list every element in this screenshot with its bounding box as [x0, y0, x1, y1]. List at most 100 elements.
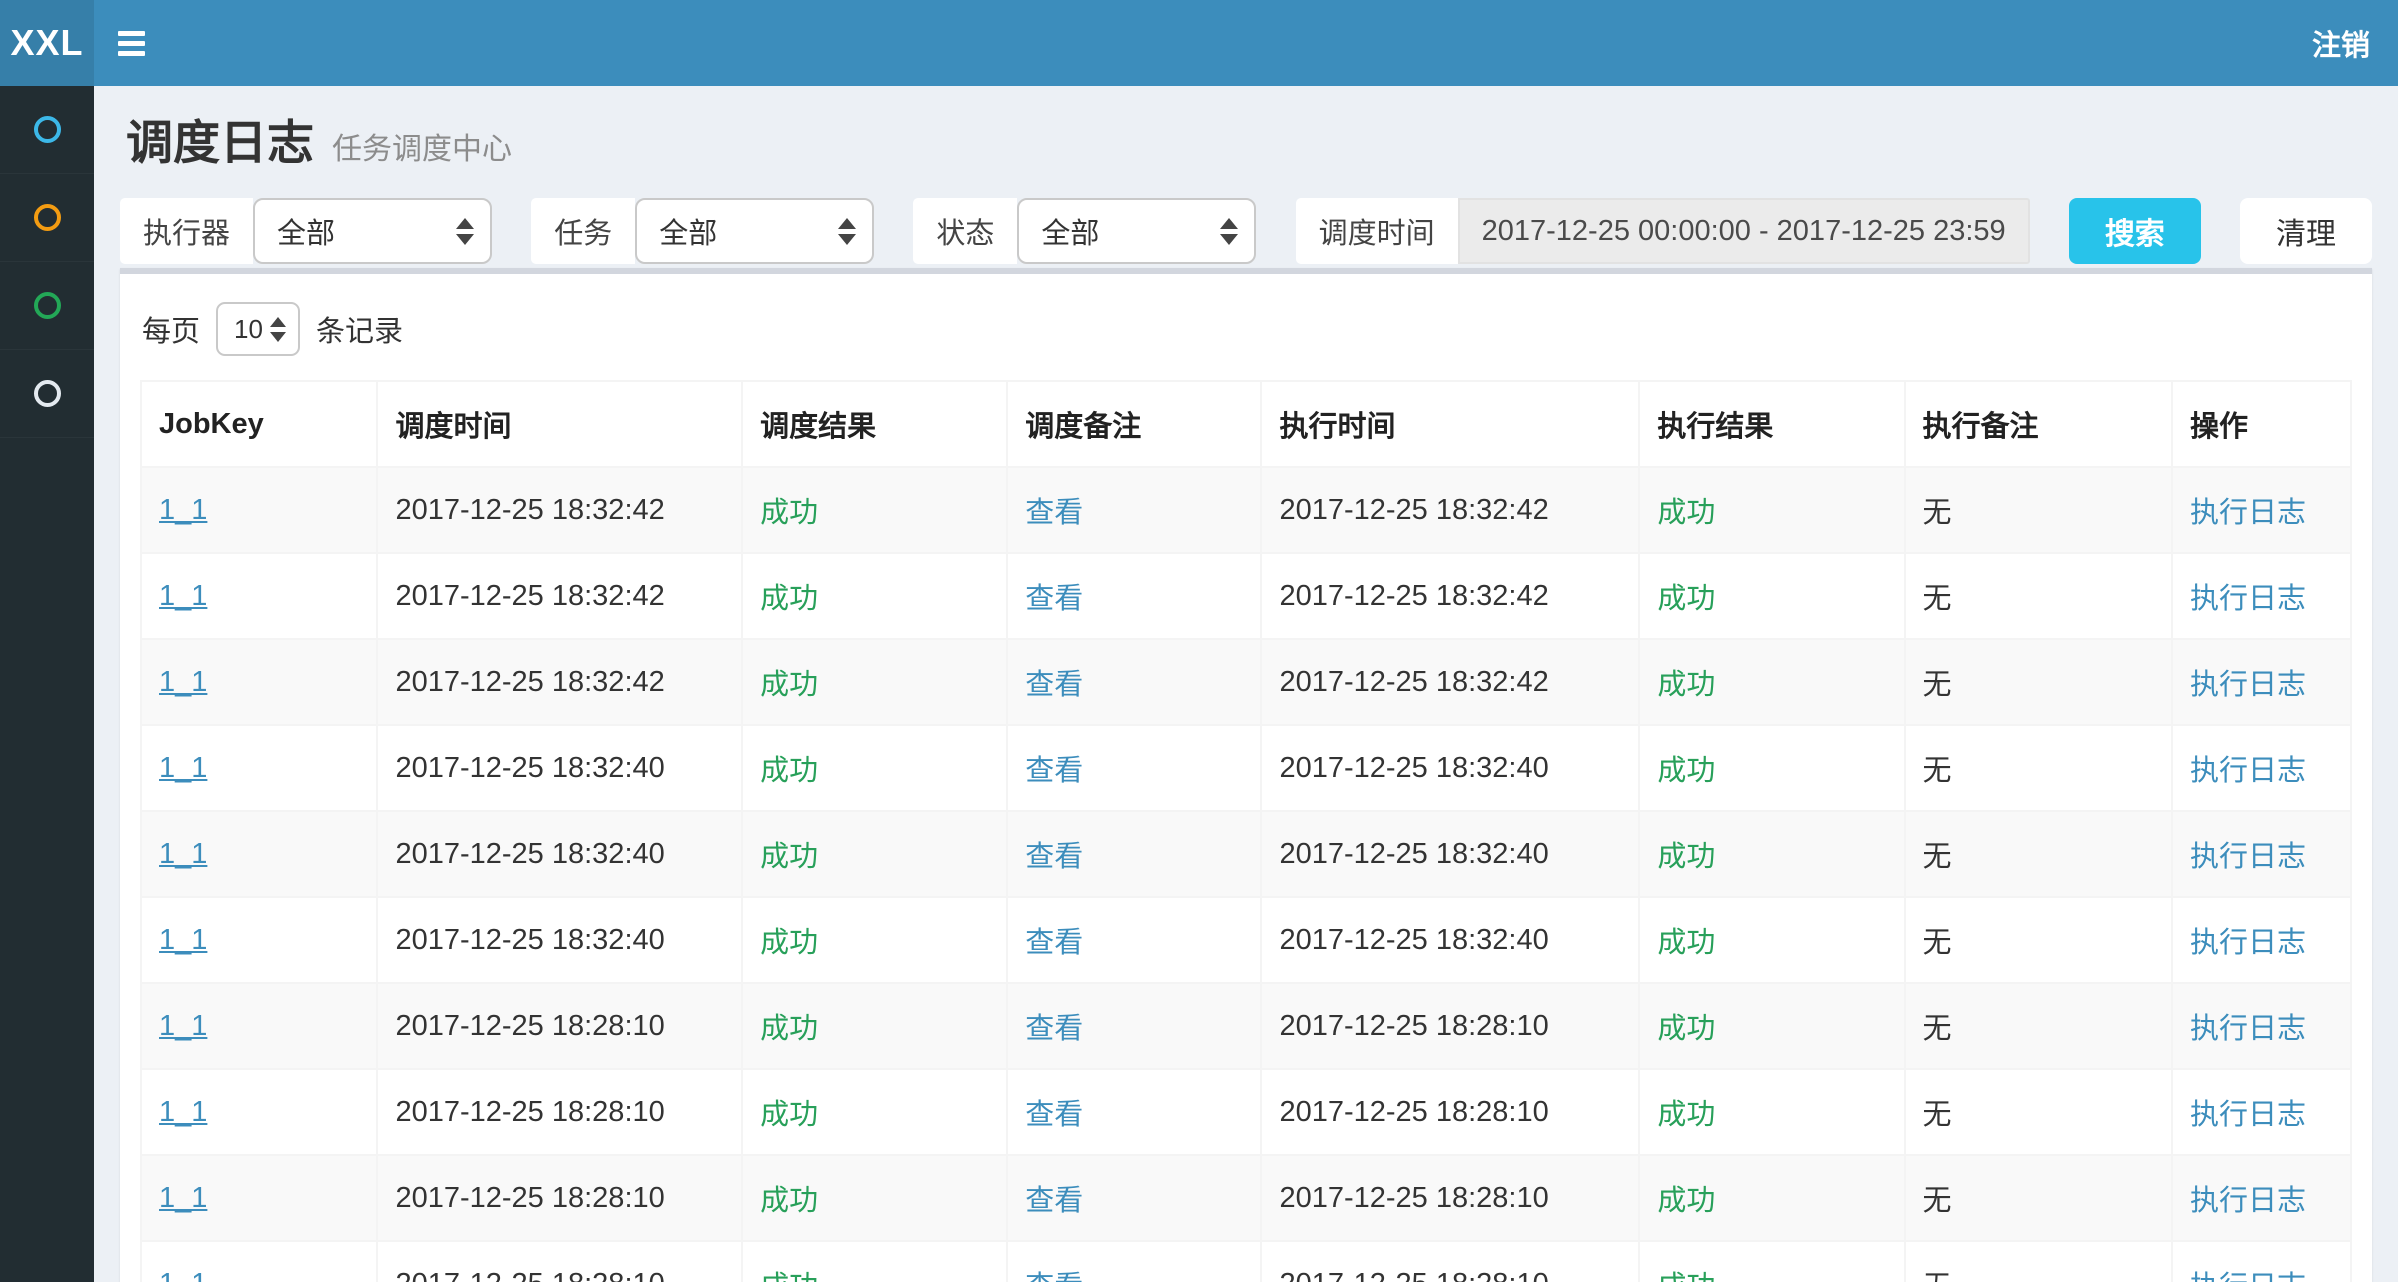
job-select[interactable]: 全部	[635, 198, 874, 264]
handle-msg-value: 无	[1923, 1271, 1952, 1282]
log-panel: 每页 10 条记录 JobKey调度时间调度结果调度备注执行时间执行结果执行备注…	[120, 268, 2372, 1282]
trigger-time-value: 2017-12-25 18:28:10	[395, 1010, 664, 1042]
main-layout: 调度日志 任务调度中心 执行器 全部 任务 全部	[0, 86, 2398, 1282]
status-filter-label: 状态	[913, 198, 1017, 264]
handle-result-value: 成功	[1657, 1099, 1715, 1131]
page-size-suffix: 条记录	[316, 308, 403, 350]
circle-outline-icon	[34, 116, 61, 143]
trigger-time-value: 2017-12-25 18:28:10	[395, 1182, 664, 1214]
exec-log-link[interactable]: 执行日志	[2190, 841, 2306, 873]
page-header: 调度日志 任务调度中心	[126, 116, 2372, 170]
jobkey-link[interactable]: 1_1	[159, 1010, 207, 1042]
exec-log-link[interactable]: 执行日志	[2190, 1271, 2306, 1282]
trigger-msg-link[interactable]: 查看	[1025, 755, 1083, 787]
table-row: 1_1 2017-12-25 18:32:42 成功 查看 2017-12-25…	[141, 553, 2351, 639]
trigger-time-filter-label: 调度时间	[1296, 198, 1458, 264]
exec-log-link[interactable]: 执行日志	[2190, 1099, 2306, 1131]
trigger-time-value: 2017-12-25 18:28:10	[395, 1096, 664, 1128]
handle-result-value: 成功	[1657, 669, 1715, 701]
page-size-prefix: 每页	[142, 308, 200, 350]
jobkey-link[interactable]: 1_1	[159, 580, 207, 612]
trigger-msg-link[interactable]: 查看	[1025, 1185, 1083, 1217]
trigger-result-value: 成功	[760, 841, 818, 873]
sidebar-item-menu-4[interactable]	[0, 350, 94, 438]
trigger-time-value: 2017-12-25 18:32:40	[395, 752, 664, 784]
status-filter-group: 状态 全部	[913, 198, 1256, 264]
handle-msg-value: 无	[1923, 497, 1952, 529]
page-size-value: 10	[234, 314, 263, 345]
trigger-msg-link[interactable]: 查看	[1025, 1271, 1083, 1282]
jobkey-link[interactable]: 1_1	[159, 838, 207, 870]
handle-time-value: 2017-12-25 18:28:10	[1279, 1268, 1548, 1282]
table-row: 1_1 2017-12-25 18:32:40 成功 查看 2017-12-25…	[141, 725, 2351, 811]
trigger-time-value: 2017-12-25 18:32:40	[395, 838, 664, 870]
handle-result-value: 成功	[1657, 1271, 1715, 1282]
trigger-result-value: 成功	[760, 927, 818, 959]
trigger-msg-link[interactable]: 查看	[1025, 583, 1083, 615]
trigger-result-value: 成功	[760, 1099, 818, 1131]
sidebar-toggle-button[interactable]	[118, 19, 166, 67]
exec-log-link[interactable]: 执行日志	[2190, 1185, 2306, 1217]
executor-select-value: 全部	[277, 210, 335, 252]
trigger-msg-link[interactable]: 查看	[1025, 1013, 1083, 1045]
sidebar-item-menu-3[interactable]	[0, 262, 94, 350]
page-size-select[interactable]: 10	[216, 302, 300, 356]
trigger-time-filter-group: 调度时间	[1296, 198, 2030, 264]
table-row: 1_1 2017-12-25 18:32:42 成功 查看 2017-12-25…	[141, 467, 2351, 553]
handle-result-value: 成功	[1657, 1185, 1715, 1217]
exec-log-link[interactable]: 执行日志	[2190, 755, 2306, 787]
app-window: XXL 注销 调度日志 任务调度中心	[0, 0, 2398, 1282]
main-content: 调度日志 任务调度中心 执行器 全部 任务 全部	[94, 86, 2398, 1282]
handle-msg-value: 无	[1923, 1013, 1952, 1045]
jobkey-link[interactable]: 1_1	[159, 1268, 207, 1282]
jobkey-link[interactable]: 1_1	[159, 1096, 207, 1128]
jobkey-link[interactable]: 1_1	[159, 666, 207, 698]
trigger-msg-link[interactable]: 查看	[1025, 497, 1083, 529]
column-header: 调度备注	[1007, 381, 1261, 467]
logout-link[interactable]: 注销	[2312, 22, 2370, 64]
trigger-msg-link[interactable]: 查看	[1025, 1099, 1083, 1131]
handle-time-value: 2017-12-25 18:32:40	[1279, 752, 1548, 784]
handle-time-value: 2017-12-25 18:28:10	[1279, 1182, 1548, 1214]
trigger-time-range-input[interactable]	[1458, 198, 2030, 264]
app-logo[interactable]: XXL	[0, 0, 94, 86]
trigger-result-value: 成功	[760, 755, 818, 787]
page-title: 调度日志	[126, 116, 314, 170]
trigger-time-value: 2017-12-25 18:32:42	[395, 494, 664, 526]
search-button[interactable]: 搜索	[2069, 198, 2201, 264]
jobkey-link[interactable]: 1_1	[159, 1182, 207, 1214]
executor-select[interactable]: 全部	[253, 198, 492, 264]
handle-time-value: 2017-12-25 18:28:10	[1279, 1096, 1548, 1128]
executor-filter-group: 执行器 全部	[120, 198, 492, 264]
table-row: 1_1 2017-12-25 18:28:10 成功 查看 2017-12-25…	[141, 983, 2351, 1069]
sidebar-item-menu-1[interactable]	[0, 86, 94, 174]
handle-time-value: 2017-12-25 18:32:42	[1279, 580, 1548, 612]
trigger-result-value: 成功	[760, 583, 818, 615]
jobkey-link[interactable]: 1_1	[159, 494, 207, 526]
filter-bar: 执行器 全部 任务 全部 状态 全部	[120, 198, 2372, 264]
trigger-result-value: 成功	[760, 1185, 818, 1217]
exec-log-link[interactable]: 执行日志	[2190, 497, 2306, 529]
page-size-control: 每页 10 条记录	[142, 302, 2352, 356]
handle-result-value: 成功	[1657, 841, 1715, 873]
status-select[interactable]: 全部	[1017, 198, 1256, 264]
column-header: 执行备注	[1905, 381, 2172, 467]
trigger-time-value: 2017-12-25 18:28:10	[395, 1268, 664, 1282]
exec-log-link[interactable]: 执行日志	[2190, 927, 2306, 959]
sidebar-item-menu-2[interactable]	[0, 174, 94, 262]
exec-log-link[interactable]: 执行日志	[2190, 583, 2306, 615]
trigger-msg-link[interactable]: 查看	[1025, 669, 1083, 701]
job-filter-label: 任务	[531, 198, 635, 264]
clear-button[interactable]: 清理	[2240, 198, 2372, 264]
column-header: 执行时间	[1261, 381, 1639, 467]
trigger-msg-link[interactable]: 查看	[1025, 841, 1083, 873]
jobkey-link[interactable]: 1_1	[159, 924, 207, 956]
top-navbar: XXL 注销	[0, 0, 2398, 86]
jobkey-link[interactable]: 1_1	[159, 752, 207, 784]
table-row: 1_1 2017-12-25 18:32:42 成功 查看 2017-12-25…	[141, 639, 2351, 725]
sidebar	[0, 86, 94, 1282]
exec-log-link[interactable]: 执行日志	[2190, 1013, 2306, 1045]
trigger-msg-link[interactable]: 查看	[1025, 927, 1083, 959]
column-header: 调度结果	[742, 381, 1007, 467]
exec-log-link[interactable]: 执行日志	[2190, 669, 2306, 701]
